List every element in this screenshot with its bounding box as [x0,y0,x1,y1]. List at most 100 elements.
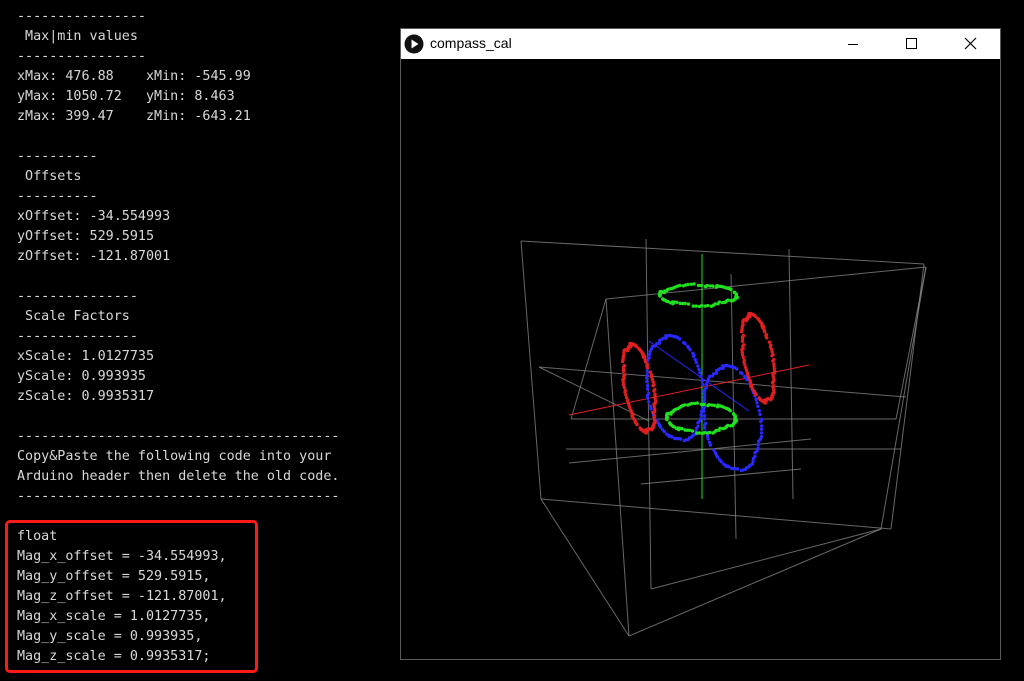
sample-point [645,376,649,380]
grid-line [605,266,927,300]
sample-point [770,380,775,385]
sample-point [707,374,712,379]
sample-point [702,406,706,410]
sample-point [721,426,725,431]
sample-point [707,440,712,445]
sample-point [756,439,761,443]
sample-point [643,360,648,364]
sample-point [652,389,656,393]
separator-line: ---------- [17,149,98,164]
separator-line: --------------- [17,329,138,344]
sample-point [742,343,746,347]
sample-point [678,337,682,341]
sample-point [697,367,701,372]
grid-line [880,266,927,530]
sample-point [771,375,775,379]
sample-point [721,300,725,305]
sample-point [625,396,629,400]
sample-point [704,421,708,425]
sample-point [705,431,710,435]
close-button[interactable] [947,29,993,59]
sample-point [696,364,700,368]
sample-point [702,402,706,407]
sample-point [656,421,661,425]
sample-point [744,366,748,370]
sample-point [695,401,699,405]
sample-point [688,348,692,352]
sample-point [728,409,732,413]
grid-line [895,266,927,420]
code-highlight-box [5,520,258,673]
sample-point [759,427,764,431]
separator-line: ---------------------------------------- [17,429,340,444]
separator-line: ---------------------------------------- [17,489,340,504]
sample-point [702,391,706,396]
sample-point [698,371,702,375]
sample-point [683,428,687,432]
sample-point [647,356,651,360]
z-max-min-values: zMax: 399.47 zMin: -643.21 [17,109,251,124]
sample-point [650,344,655,349]
sample-point [753,451,757,455]
minimize-button[interactable] [830,29,876,59]
sample-point [647,391,651,395]
sample-point [704,382,709,387]
sample-point [765,336,769,340]
sample-point [756,404,760,409]
sample-point [701,382,705,387]
sample-point [718,458,722,462]
sample-point [645,384,650,388]
sample-point [739,468,744,473]
sample-point [678,283,682,288]
grid-line [788,248,794,500]
sample-point [712,403,717,408]
sample-point [691,304,695,308]
sample-point [755,401,759,405]
grid-line [730,273,737,540]
x-scale-value: xScale: 1.0127735 [17,349,155,364]
sample-point [712,448,716,452]
sample-point [686,282,690,287]
sample-point [622,363,627,368]
sample-point [700,431,705,436]
z-offset-value: zOffset: -121.87001 [17,249,171,264]
sample-point [694,426,699,431]
sample-point [645,369,649,373]
sample-point [623,388,627,393]
section-heading: Scale Factors [17,309,130,324]
sample-point [759,419,763,424]
sample-point [699,374,703,379]
sample-point [757,409,761,413]
instruction-text: Copy&Paste the following code into your [17,449,332,464]
sample-point [702,414,707,418]
sample-point [762,330,767,334]
sample-point [686,302,691,306]
sample-point [760,424,764,428]
sample-point [690,429,695,433]
window-titlebar[interactable]: compass_cal [401,29,1000,59]
grid-line [520,240,925,265]
sample-point [703,304,707,308]
sample-point [722,462,726,466]
sample-point [702,409,706,414]
sample-point [713,451,718,455]
sample-point [706,437,710,441]
sample-point [667,421,672,425]
calibration-3d-view[interactable] [401,59,1000,659]
sample-point [683,403,687,407]
maximize-button[interactable] [888,29,934,59]
sample-point [696,421,700,425]
section-heading: Offsets [17,169,82,184]
sample-point [692,282,696,286]
separator-line: ---------- [17,189,98,204]
sample-point [645,379,649,384]
y-scale-value: yScale: 0.993935 [17,369,146,384]
y-max-min-values: yMax: 1050.72 yMin: 8.463 [17,89,235,104]
sample-point [700,379,704,383]
sample-point [716,302,720,306]
sample-point [742,358,746,363]
sample-point [652,383,656,387]
sample-point [651,410,656,415]
grid-line [650,528,882,590]
sample-point [695,431,699,435]
